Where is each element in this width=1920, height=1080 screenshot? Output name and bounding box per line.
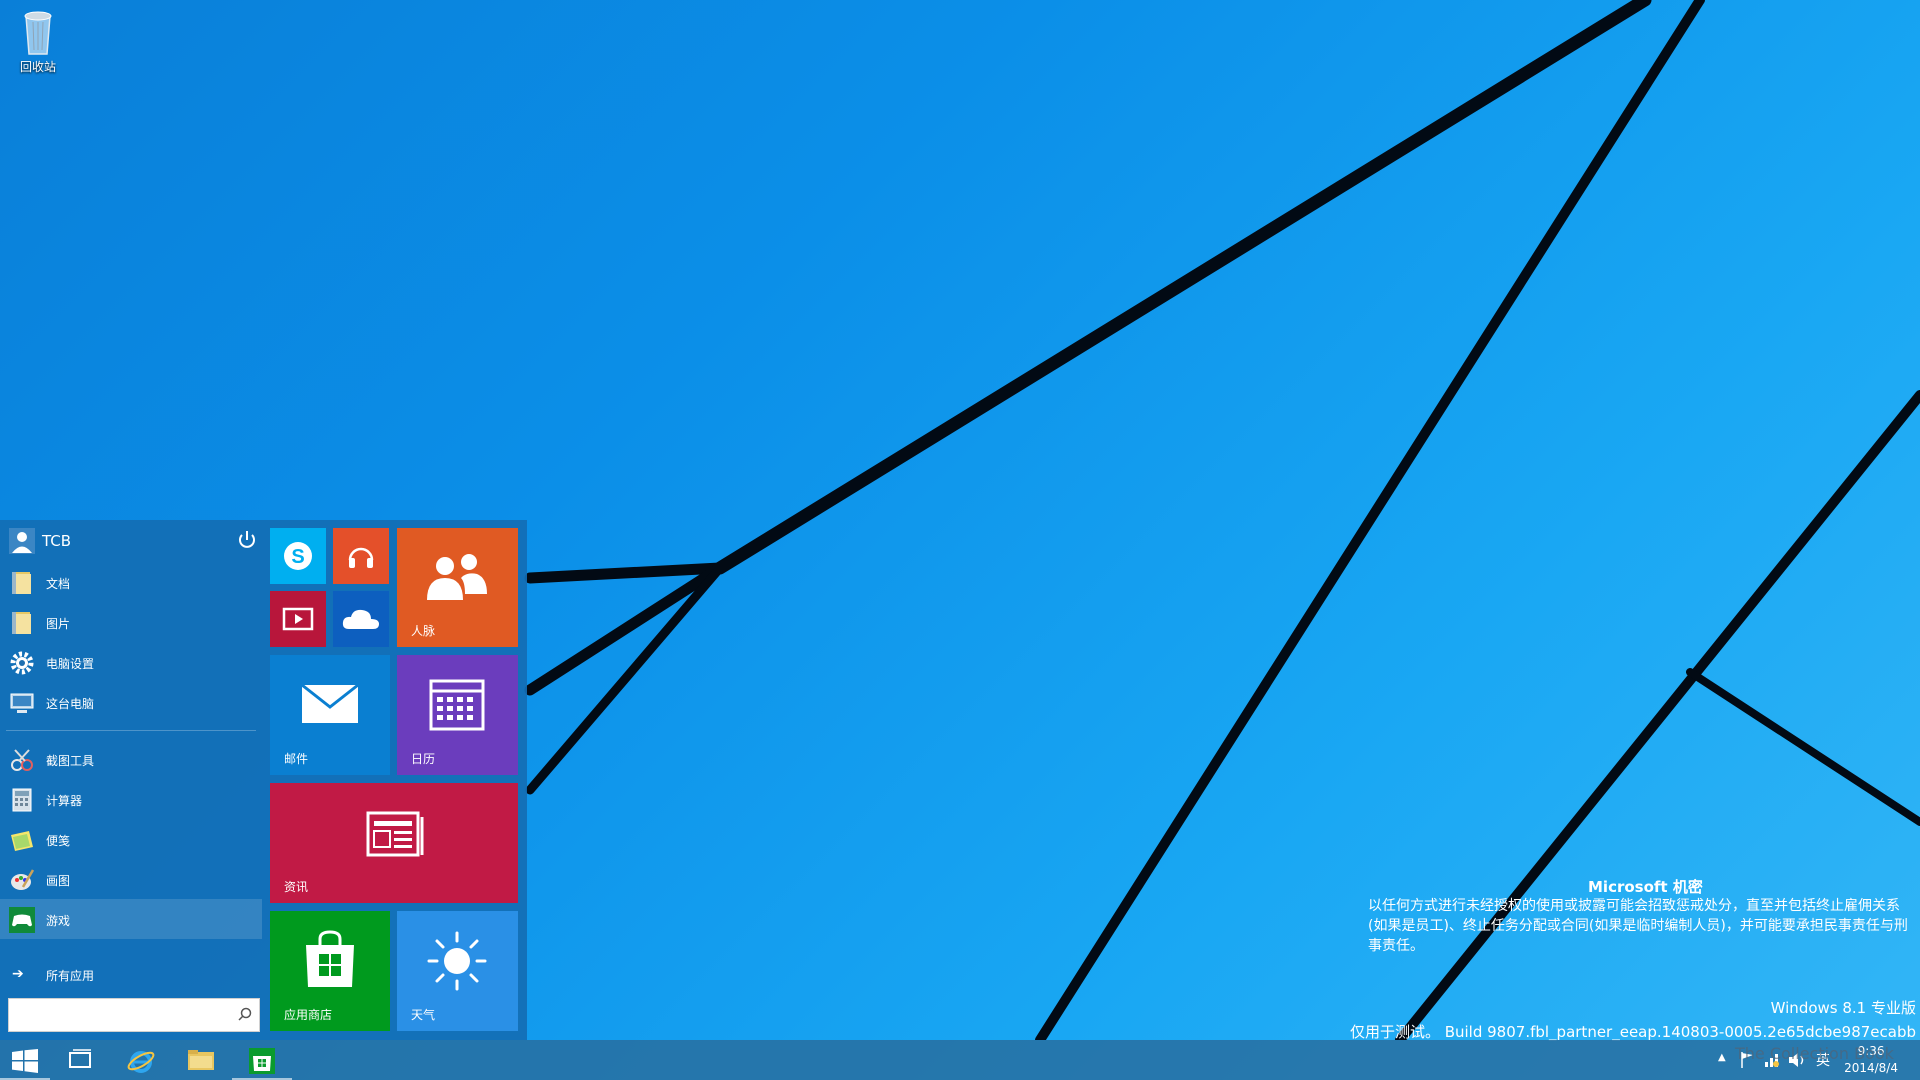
scissors-icon: [9, 747, 35, 773]
gear-icon: [9, 650, 35, 676]
shopping-bag-icon: [306, 930, 354, 987]
tile-label: 资讯: [284, 880, 309, 894]
start-left-list: 文档 图片 电脑设置 这台电脑 截图工具 计算器 便笺 画图 游戏: [0, 562, 262, 939]
tile-music[interactable]: [333, 528, 389, 584]
calendar-icon: [429, 679, 485, 731]
tile-store[interactable]: 应用商店: [270, 911, 390, 1031]
tile-skype[interactable]: S: [270, 528, 326, 584]
tile-onedrive[interactable]: [333, 591, 389, 647]
file-explorer-button[interactable]: [170, 1040, 230, 1080]
folder-icon: [9, 570, 35, 596]
arrow-right-icon: ➔: [12, 966, 24, 982]
task-view-button[interactable]: [50, 1040, 110, 1080]
start-item-documents[interactable]: 文档: [0, 562, 262, 602]
internet-explorer-icon: [127, 1051, 155, 1073]
start-item-calculator[interactable]: 计算器: [0, 779, 262, 819]
user-account[interactable]: TCB: [0, 520, 262, 560]
start-item-pictures[interactable]: 图片: [0, 602, 262, 642]
power-icon[interactable]: [235, 528, 259, 552]
all-apps-label: 所有应用: [46, 969, 95, 983]
tile-label: 邮件: [284, 752, 309, 766]
brand-watermark: The Collection Book: [1735, 1044, 1894, 1063]
confidential-notice: 以任何方式进行未经授权的使用或披露可能会招致惩戒处分，直至并包括终止雇佣关系(如…: [1368, 898, 1908, 954]
tile-label: 天气: [411, 1008, 436, 1022]
recycle-bin-label: 回收站: [19, 60, 56, 74]
start-item-games[interactable]: 游戏: [0, 899, 262, 939]
all-apps-button[interactable]: ➔ 所有应用: [0, 957, 262, 991]
tile-weather[interactable]: 天气: [397, 911, 518, 1031]
headphones-icon: [348, 547, 374, 568]
task-view-icon: [69, 1049, 91, 1068]
sun-icon: [427, 931, 487, 991]
show-hidden-icons-icon[interactable]: ▲: [1718, 1052, 1726, 1063]
start-item-label: 计算器: [46, 794, 83, 808]
build-string: 仅用于测试。 Build 9807.fbl_partner_eeap.14080…: [1349, 1023, 1916, 1041]
start-item-paint[interactable]: 画图: [0, 859, 262, 899]
recycle-bin-icon: [16, 6, 60, 56]
start-item-label: 这台电脑: [46, 697, 95, 711]
start-item-label: 便笺: [46, 834, 71, 848]
user-name: TCB: [42, 532, 72, 550]
calculator-icon: [9, 787, 35, 813]
start-button[interactable]: [0, 1040, 50, 1080]
start-item-label: 画图: [46, 874, 71, 888]
start-search-box[interactable]: [8, 998, 260, 1032]
people-icon: [427, 554, 487, 600]
tile-label: 应用商店: [284, 1008, 333, 1022]
start-item-label: 游戏: [46, 914, 71, 928]
paint-icon: [9, 867, 35, 893]
video-icon: [282, 607, 314, 631]
store-icon: [249, 1048, 275, 1074]
recycle-bin[interactable]: 回收站: [8, 6, 68, 75]
start-item-label: 文档: [46, 577, 71, 591]
internet-explorer-button[interactable]: [110, 1040, 170, 1080]
start-menu: TCB 文档 图片 电脑设置 这台电脑 截图工具 计算器 便笺 画图 游戏 ➔ …: [0, 520, 527, 1040]
start-item-this-pc[interactable]: 这台电脑: [0, 682, 262, 722]
computer-icon: [9, 690, 35, 716]
skype-icon: S: [284, 542, 312, 570]
tile-people[interactable]: 人脉: [397, 528, 518, 647]
store-button[interactable]: [232, 1040, 292, 1080]
start-divider: [6, 730, 256, 731]
windows-version: Windows 8.1 专业版: [1770, 999, 1916, 1017]
windows-logo-icon: [12, 1049, 38, 1073]
tile-news[interactable]: 资讯: [270, 783, 518, 903]
confidential-title: Microsoft 机密: [1588, 878, 1703, 896]
sticky-notes-icon: [9, 827, 35, 853]
mail-icon: [301, 683, 359, 723]
search-input[interactable]: [17, 1004, 221, 1026]
tile-calendar[interactable]: 日历: [397, 655, 518, 775]
start-item-label: 电脑设置: [46, 657, 95, 671]
gamepad-icon: [9, 907, 35, 933]
taskbar: ▲ 英 9:36 2014/8/4: [0, 1040, 1920, 1080]
start-item-snipping-tool[interactable]: 截图工具: [0, 739, 262, 779]
tile-label: 人脉: [411, 624, 436, 638]
svg-text:S: S: [291, 546, 304, 568]
folder-icon: [188, 1050, 214, 1070]
start-item-pc-settings[interactable]: 电脑设置: [0, 642, 262, 682]
tile-video[interactable]: [270, 591, 326, 647]
folder-icon: [9, 610, 35, 636]
tile-label: 日历: [411, 752, 436, 766]
search-icon[interactable]: [237, 1006, 253, 1022]
tile-mail[interactable]: 邮件: [270, 655, 390, 775]
start-item-label: 截图工具: [46, 754, 95, 768]
cloud-icon: [342, 609, 379, 629]
news-icon: [366, 811, 424, 857]
user-avatar-icon: [9, 528, 35, 554]
start-item-label: 图片: [46, 617, 71, 631]
start-item-sticky-notes[interactable]: 便笺: [0, 819, 262, 859]
